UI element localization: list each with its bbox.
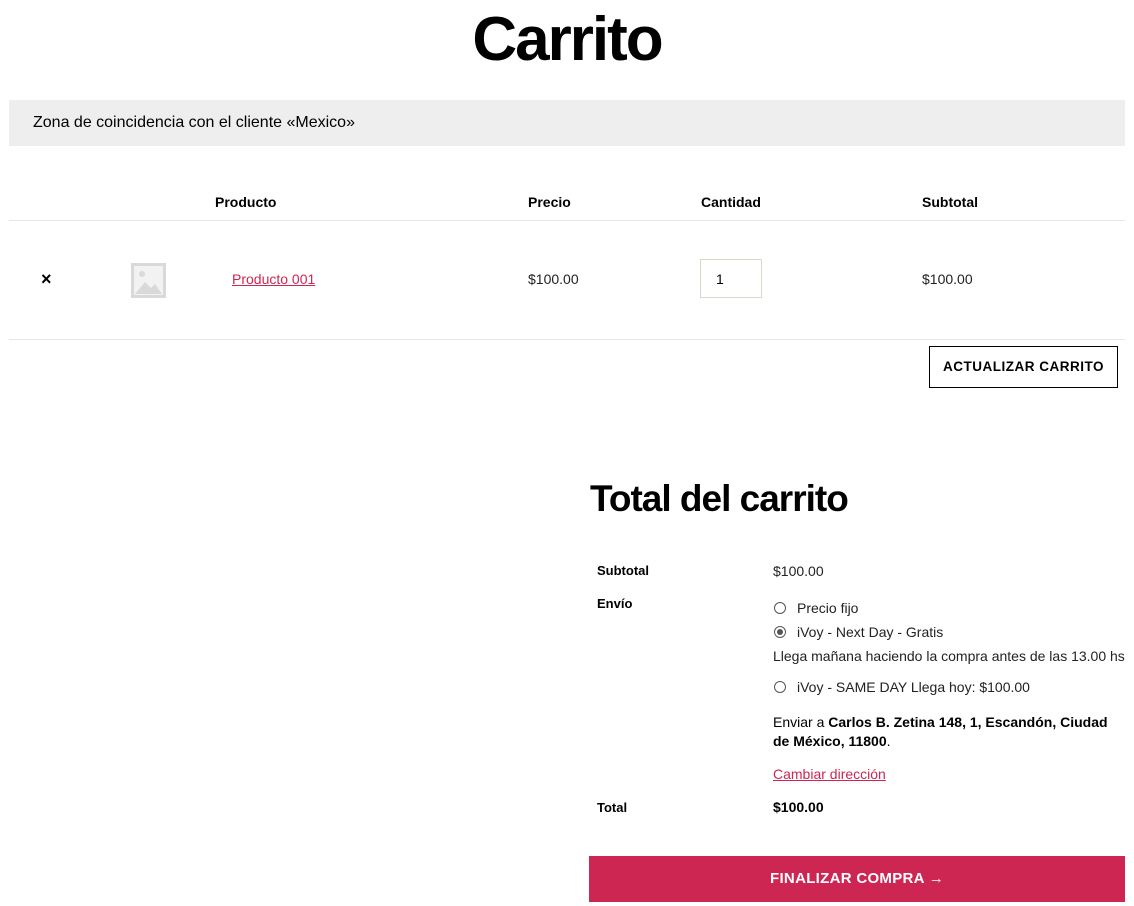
radio-button-checked[interactable] [774, 626, 786, 638]
column-header-subtotal: Subtotal [922, 194, 978, 210]
update-cart-button[interactable]: ACTUALIZAR CARRITO [929, 346, 1118, 388]
store-notice-text: Zona de coincidencia con el cliente «Mex… [33, 114, 355, 131]
ship-to-address: Carlos B. Zetina 148, 1, Escandón, Ciuda… [773, 714, 1108, 749]
shipping-option-same-day[interactable]: iVoy - SAME DAY Llega hoy: $100.00 [774, 679, 1034, 697]
radio-button[interactable] [774, 681, 786, 693]
total-value: $100.00 [773, 799, 824, 815]
shipping-label: Envío [597, 596, 633, 611]
item-subtotal: $100.00 [922, 271, 973, 287]
subtotal-value: $100.00 [773, 563, 824, 579]
image-placeholder-icon[interactable] [131, 263, 166, 298]
shipping-option-next-day[interactable]: iVoy - Next Day - Gratis [774, 624, 1004, 642]
table-row: × Producto 001 $100.00 $100.00 [9, 221, 1125, 339]
column-header-price: Precio [528, 194, 571, 210]
shipping-option-note: Llega mañana haciendo la compra antes de… [773, 648, 1125, 664]
subtotal-label: Subtotal [597, 563, 649, 578]
shipping-destination: Enviar a Carlos B. Zetina 148, 1, Escand… [773, 713, 1118, 751]
checkout-button[interactable]: FINALIZAR COMPRA → [589, 856, 1125, 902]
total-label: Total [597, 800, 628, 815]
column-header-product: Producto [215, 194, 277, 210]
page-title: Carrito [472, 5, 663, 74]
remove-item-button[interactable]: × [41, 268, 52, 290]
product-name-link[interactable]: Producto 001 [232, 271, 315, 287]
store-notice: Zona de coincidencia con el cliente «Mex… [9, 100, 1125, 146]
shipping-option-flat-rate[interactable]: Precio fijo [774, 600, 1004, 618]
quantity-input[interactable] [700, 259, 762, 298]
change-address-link[interactable]: Cambiar dirección [773, 766, 886, 782]
radio-button[interactable] [774, 602, 786, 614]
item-price: $100.00 [528, 271, 579, 287]
shipping-option-label: Precio fijo [797, 600, 859, 616]
ship-to-prefix: Enviar a [773, 714, 825, 730]
cart-totals-title: Total del carrito [590, 478, 849, 519]
table-divider [9, 339, 1125, 340]
shipping-option-label: iVoy - SAME DAY Llega hoy: $100.00 [797, 679, 1030, 695]
column-header-quantity: Cantidad [701, 194, 761, 210]
ship-to-suffix: . [886, 733, 891, 749]
shipping-option-label: iVoy - Next Day - Gratis [797, 624, 944, 640]
